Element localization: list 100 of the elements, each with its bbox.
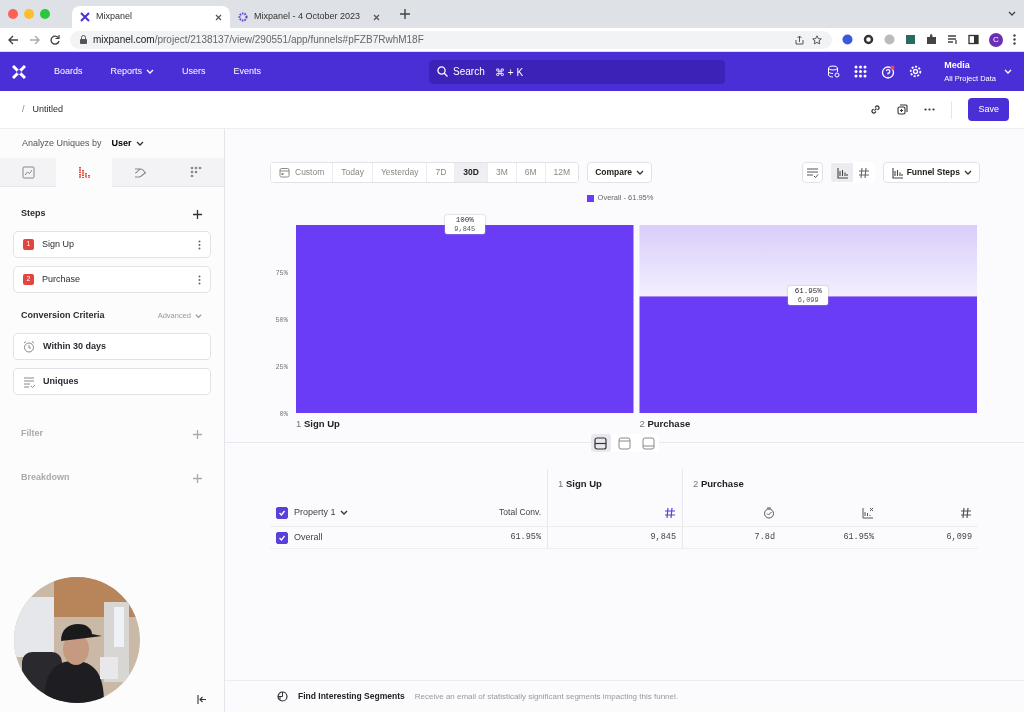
section-title: Steps [21, 207, 46, 221]
avatar[interactable]: C [989, 32, 1003, 47]
layout-toggle[interactable] [590, 434, 611, 452]
settings-icon[interactable] [909, 65, 923, 78]
dot-grid-icon [189, 165, 203, 179]
caret-icon [964, 168, 972, 177]
table-cell-text: 61.95% [842, 531, 875, 544]
analyze-label: Analyze Uniques by [22, 136, 102, 150]
checkbox[interactable] [276, 531, 288, 544]
caret-icon [635, 168, 644, 177]
panel-layout-icon [594, 436, 607, 450]
close-icon[interactable] [373, 13, 380, 21]
hash-icon [664, 506, 676, 519]
line-chart-icon [21, 165, 35, 179]
check-icon [278, 508, 286, 517]
row-label: Overall [294, 530, 323, 544]
caret-icon [146, 67, 155, 76]
footer-description: Receive an email of statistically significant segments impacting this funnel. [414, 690, 678, 703]
shortcut-hint: ⌘ + K [495, 65, 524, 80]
segments-icon[interactable] [277, 691, 288, 702]
extension-icon[interactable] [842, 34, 853, 45]
panel-layout-icon [618, 436, 631, 450]
report-title[interactable]: Untitled [32, 102, 64, 117]
analyze-dropdown[interactable]: User [105, 135, 150, 152]
new-tab-icon[interactable] [400, 9, 410, 19]
browser-tab[interactable]: Mixpanel - 4 October 2023 [230, 6, 388, 28]
lock-icon [80, 35, 87, 44]
nav-link[interactable]: Reports [104, 64, 161, 79]
browser-tab[interactable]: Mixpanel [72, 6, 230, 28]
sidebar-icon[interactable] [968, 34, 979, 45]
flows-icon [133, 165, 147, 179]
criteria-label: Uniques [43, 374, 79, 388]
step-label: Sign Up [42, 237, 75, 251]
category-label: 2 Purchase [639, 417, 692, 431]
compare-dropdown[interactable]: Compare [587, 162, 652, 183]
more-icon[interactable] [198, 274, 201, 285]
criteria-card[interactable]: Uniques [13, 368, 211, 395]
check-icon [278, 533, 286, 542]
caret-icon[interactable] [1004, 67, 1012, 76]
date-range-tab[interactable]: 30D [455, 163, 488, 182]
nav-link[interactable]: Boards [48, 64, 89, 79]
section-title: Filter [21, 427, 43, 441]
star-icon[interactable] [812, 34, 822, 45]
close-icon[interactable] [215, 13, 222, 21]
section-title: Conversion Criteria [21, 309, 105, 323]
column-group-header: 2 Purchase [682, 469, 978, 499]
caret-icon [135, 139, 144, 148]
extension-icon[interactable] [905, 34, 916, 45]
date-range-tab[interactable]: Custom [271, 163, 334, 182]
table-cell-text: 6,099 [945, 531, 973, 544]
project-name[interactable]: Media [944, 59, 996, 73]
nav-link[interactable]: Users [176, 64, 212, 79]
breadcrumb-separator: / [22, 102, 25, 116]
url-field[interactable]: mixpanel.com/project/2138137/view/290551/app/funnels#pFZB7RwhM18F [70, 30, 832, 49]
column-header: Total Conv. [499, 506, 541, 519]
copy-icon[interactable] [897, 104, 909, 115]
table-cell-text: 61.95% [509, 531, 542, 544]
hash-icon [857, 166, 870, 179]
nav-link[interactable]: Events [227, 64, 268, 79]
more-icon[interactable] [924, 108, 936, 111]
bar-chart-icon [835, 166, 848, 179]
add-icon[interactable] [193, 209, 202, 219]
chevron-icon[interactable] [1008, 10, 1016, 18]
logo-icon[interactable] [12, 64, 26, 79]
logo-icon [80, 12, 90, 22]
bar-chart-icon [862, 506, 874, 519]
back-icon[interactable] [8, 34, 19, 45]
reload-icon[interactable] [50, 34, 60, 45]
chart-display-toggle[interactable] [830, 163, 853, 182]
list-icon [23, 375, 35, 388]
more-icon[interactable] [198, 239, 201, 250]
hash-icon [960, 506, 972, 519]
panel-layout-icon [642, 436, 655, 450]
category-label: 1 Sign Up [296, 417, 341, 431]
save-button[interactable]: Save [968, 97, 1009, 122]
extension-icon[interactable] [863, 34, 874, 45]
help-icon[interactable] [881, 64, 896, 79]
database-icon[interactable] [827, 65, 841, 78]
alarm-clock-icon [23, 340, 35, 353]
criteria-card[interactable]: Within 30 days [13, 333, 211, 360]
step-label: Purchase [42, 272, 81, 286]
list-icon[interactable] [947, 34, 958, 45]
link-icon[interactable] [870, 104, 882, 115]
share-icon[interactable] [795, 34, 804, 45]
collapse-icon[interactable] [197, 695, 207, 704]
segments-link[interactable]: Find Interesting Segments [298, 690, 405, 703]
section-title: Breakdown [21, 471, 70, 485]
table-cell-text: 9,845 [649, 531, 677, 544]
funnel-chart-icon [77, 165, 91, 179]
timer-check-icon [763, 506, 775, 519]
table-cell-text: 7.8d [753, 531, 776, 544]
view-dropdown[interactable]: Funnel Steps [882, 162, 980, 183]
caret-icon [339, 508, 348, 517]
criteria-label: Within 30 days [43, 339, 106, 353]
calendar-icon [279, 167, 290, 178]
apps-icon[interactable] [854, 65, 868, 78]
checkbox[interactable] [276, 506, 288, 519]
more-icon[interactable] [1013, 34, 1016, 45]
property-dropdown[interactable]: Property 1 [294, 505, 348, 520]
search-icon [437, 65, 449, 77]
